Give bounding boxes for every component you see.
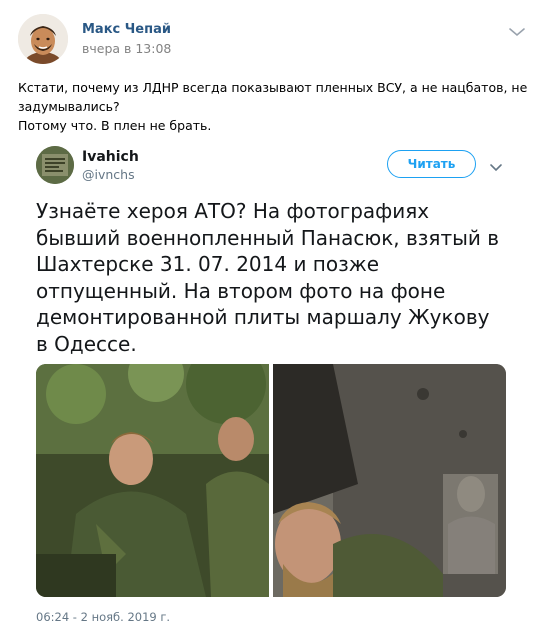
tweet-avatar[interactable] — [36, 146, 74, 184]
tweet-media — [36, 364, 506, 597]
author-avatar[interactable] — [18, 14, 68, 64]
tweet-timestamp[interactable]: 06:24 - 2 нояб. 2019 г. — [36, 610, 170, 624]
tweet-text-line: демонтированной плиты маршалу Жукову — [36, 305, 490, 329]
tweet-author-handle[interactable]: @ivnchs — [82, 167, 135, 182]
wall-post: Макс Чепай вчера в 13:08 Кстати, почему … — [0, 0, 547, 631]
post-text: Кстати, почему из ЛДНР всегда показывают… — [18, 78, 528, 135]
tweet-text-line: Узнаёте хероя АТО? На фотографиях — [36, 199, 430, 223]
post-text-line: Потому что. В плен не брать. — [18, 118, 212, 133]
follow-button[interactable]: Читать — [387, 150, 476, 178]
post-text-line: Кстати, почему из ЛДНР всегда показывают… — [18, 80, 528, 95]
tweet-photo-1[interactable] — [36, 364, 269, 597]
tweet-text-line: бывший военнопленный Панасюк, взятый в — [36, 225, 500, 250]
chevron-down-icon[interactable] — [489, 158, 503, 172]
post-time[interactable]: вчера в 13:08 — [82, 41, 171, 56]
tweet-text-line: отпущенный. На втором фото на фоне — [36, 278, 446, 303]
chevron-down-icon[interactable] — [508, 24, 526, 38]
tweet-text-line: Шахтерске 31. 07. 2014 и позже — [36, 252, 380, 276]
tweet-photo-2[interactable] — [273, 364, 506, 597]
author-name[interactable]: Макс Чепай — [82, 22, 171, 37]
embedded-tweet: Ivahich @ivnchs Читать Узнаёте хероя АТО… — [18, 134, 528, 631]
tweet-author-name[interactable]: Ivahich — [82, 149, 139, 165]
tweet-text: Узнаёте хероя АТО? На фотографиях бывший… — [36, 198, 516, 357]
post-text-line: задумывались? — [18, 99, 120, 114]
tweet-text-line: в Одессе. — [36, 331, 137, 356]
